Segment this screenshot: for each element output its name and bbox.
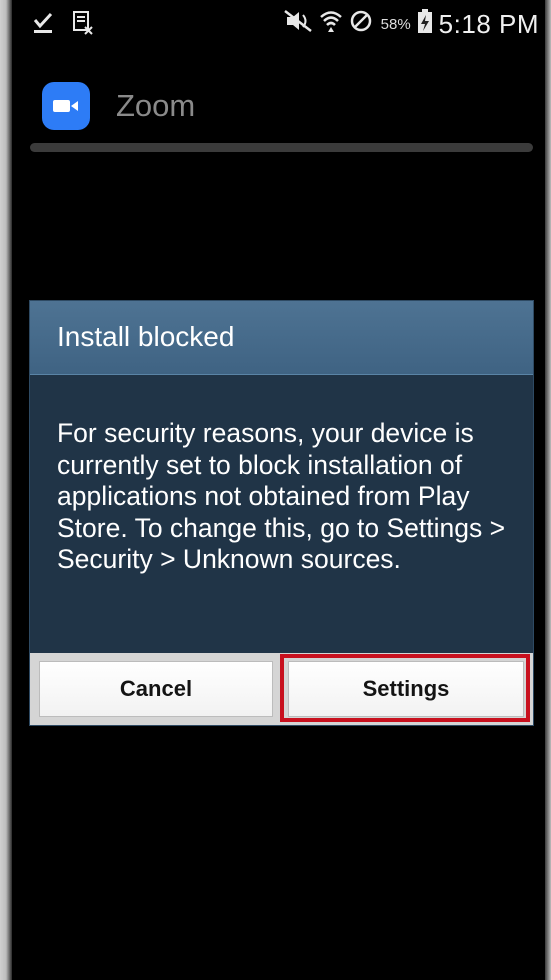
zoom-video-icon — [42, 82, 90, 130]
dialog-title-bar: Install blocked — [30, 301, 533, 375]
battery-charging-icon — [417, 8, 433, 41]
mute-icon — [283, 9, 313, 40]
dialog-button-row: Cancel Settings — [30, 653, 533, 725]
status-bar-notifications — [32, 10, 94, 41]
install-progress-bar — [30, 143, 533, 152]
status-bar-system: 58% 5:18 PM — [283, 8, 539, 41]
dialog-message: For security reasons, your device is cur… — [57, 418, 506, 574]
app-name: Zoom — [116, 88, 196, 123]
install-blocked-dialog: Install blocked For security reasons, yo… — [29, 300, 534, 726]
screenshot-icon — [72, 10, 94, 41]
settings-button[interactable]: Settings — [288, 661, 524, 717]
wifi-icon — [319, 9, 343, 40]
status-bar: 58% 5:18 PM — [12, 0, 545, 48]
battery-percent: 58% — [380, 16, 411, 33]
phone-screen: 58% 5:18 PM Zoom Install blocked For sec… — [0, 0, 551, 980]
clock: 5:18 PM — [438, 9, 539, 39]
dialog-title: Install blocked — [57, 321, 235, 352]
device-frame-left — [0, 0, 12, 980]
device-frame-right — [545, 0, 551, 980]
download-complete-icon — [32, 11, 54, 40]
app-header: Zoom — [42, 82, 195, 130]
cancel-button[interactable]: Cancel — [39, 661, 273, 717]
no-signal-icon — [349, 9, 373, 40]
